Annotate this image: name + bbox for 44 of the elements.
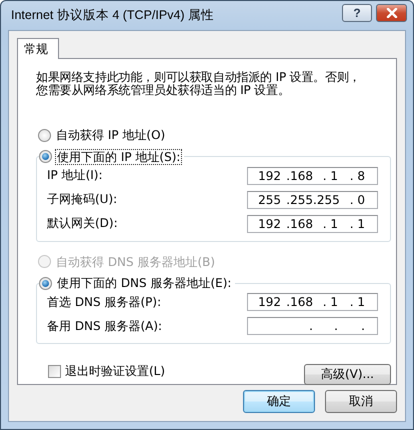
checkbox-label[interactable]: 退出时验证设置(L) bbox=[65, 363, 166, 380]
ip-octet: . 0 bbox=[348, 192, 365, 208]
ip-address-field[interactable]: 192 .168 . 1 . 1 bbox=[247, 214, 378, 232]
ip-address-field[interactable]: 192 .168 . 1 . 8 bbox=[247, 166, 378, 184]
ip-octet: 192 bbox=[257, 216, 281, 232]
advanced-button[interactable]: 高级(V)... bbox=[304, 364, 391, 385]
radio-button[interactable] bbox=[38, 128, 51, 142]
ip-octet: .168 bbox=[285, 216, 313, 232]
field-label: 首选 DNS 服务器(P): bbox=[47, 294, 162, 310]
help-button[interactable]: ? bbox=[342, 4, 372, 22]
radio-label[interactable]: 使用下面的 IP 地址(S): bbox=[55, 148, 182, 164]
ip-octet: 192 bbox=[257, 168, 281, 184]
ip-octet: . bbox=[333, 318, 338, 334]
close-icon bbox=[386, 8, 398, 18]
tab[interactable]: 常规 bbox=[17, 38, 59, 59]
ip-address-field[interactable]: 192 .168 . 1 . 1 bbox=[247, 293, 378, 311]
dialog-button[interactable]: 确定 bbox=[243, 390, 315, 413]
window-title: Internet 协议版本 4 (TCP/IPv4) 属性 bbox=[11, 7, 216, 24]
ip-octet: . 1 bbox=[348, 294, 365, 310]
ip-octet: . 1 bbox=[322, 168, 338, 184]
ip-octet: . 1 bbox=[322, 294, 338, 310]
dialog-button[interactable]: 取消 bbox=[325, 390, 397, 413]
ip-octet: .255 bbox=[285, 192, 313, 208]
ip-octet: . 1 bbox=[348, 216, 365, 232]
close-button[interactable] bbox=[376, 4, 407, 22]
description-text: 如果网络支持此功能，则可以获取自动指派的 IP 设置。否则，您需要从网络系统管理员处获得适当的 IP 设置。 bbox=[36, 71, 361, 97]
field-label: 备用 DNS 服务器(A): bbox=[47, 318, 162, 334]
ip-address-field[interactable]: . . . bbox=[247, 317, 378, 335]
ip-octet: .168 bbox=[285, 168, 313, 184]
checkbox[interactable] bbox=[48, 365, 61, 378]
ip-octet: . 8 bbox=[348, 168, 365, 184]
ip-octet: .255 bbox=[313, 192, 338, 208]
ip-address-field[interactable]: 255 .255.255 . 0 bbox=[247, 190, 378, 208]
ip-octet: . bbox=[360, 318, 365, 334]
ip-octet: .168 bbox=[285, 294, 313, 310]
field-label: 默认网关(D): bbox=[47, 215, 118, 232]
ip-octet: . 1 bbox=[322, 216, 338, 232]
radio-button[interactable] bbox=[39, 276, 52, 290]
ip-octet: . bbox=[308, 318, 313, 334]
ip-octet: 255 bbox=[257, 192, 281, 208]
ip-octet: 192 bbox=[257, 294, 281, 310]
field-label: IP 地址(I): bbox=[47, 167, 103, 184]
field-label: 子网掩码(U): bbox=[47, 191, 118, 208]
radio-button[interactable] bbox=[39, 150, 52, 163]
